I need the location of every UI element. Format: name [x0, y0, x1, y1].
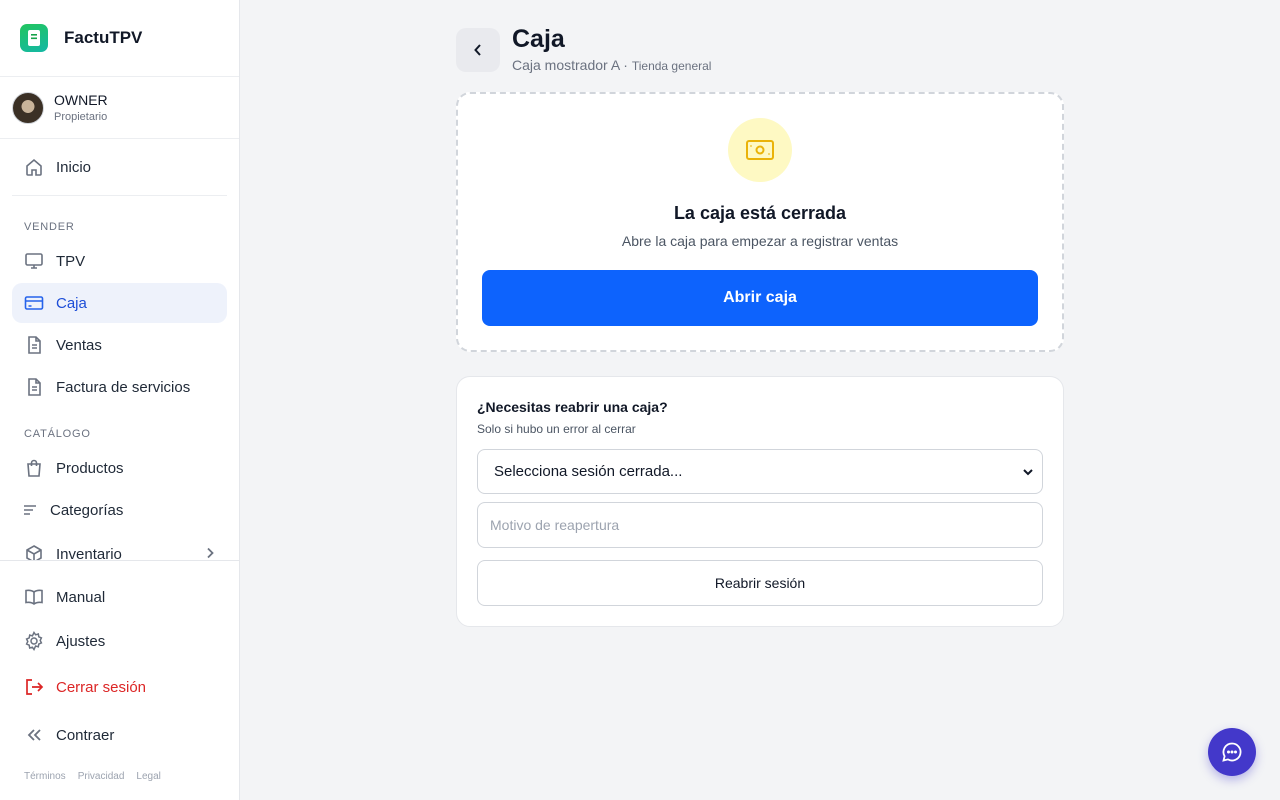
brand[interactable]: FactuTPV: [0, 0, 239, 77]
sidebar-item-label: Ventas: [56, 336, 102, 354]
credit-card-icon: [24, 293, 44, 313]
closed-register-subtitle: Abre la caja para empezar a registrar ve…: [621, 233, 899, 249]
user-role: Propietario: [54, 111, 108, 123]
back-button[interactable]: [456, 28, 500, 72]
closed-register-card: La caja está cerrada Abre la caja para e…: [456, 92, 1064, 352]
sidebar-bottom: Manual Ajustes Cerrar sesión Contraer Té…: [0, 560, 239, 800]
sidebar-item-label: Ajustes: [56, 632, 106, 650]
chevron-left-icon: [474, 44, 481, 56]
register-name: Caja mostrador A: [512, 57, 620, 73]
reopen-register-card: ¿Necesitas reabrir una caja? Solo si hub…: [456, 376, 1064, 627]
privacy-link[interactable]: Privacidad: [78, 771, 125, 782]
chevron-right-icon: [205, 547, 215, 561]
select-value: Selecciona sesión cerrada...: [494, 463, 683, 480]
cash-icon: [728, 118, 792, 182]
sidebar-item-inicio[interactable]: Inicio: [12, 147, 227, 187]
logout-button[interactable]: Cerrar sesión: [12, 667, 227, 707]
sidebar-item-label: TPV: [56, 252, 86, 270]
nav-scroll-area[interactable]: Inicio VENDER TPV Caja Ventas Factura de…: [0, 139, 239, 560]
store-name: Tienda general: [631, 59, 712, 73]
open-register-button[interactable]: Abrir caja: [482, 270, 1038, 326]
reopen-title: ¿Necesitas reabrir una caja?: [477, 399, 668, 415]
terms-link[interactable]: Términos: [24, 771, 66, 782]
sidebar-item-label: Caja: [56, 294, 87, 312]
user-profile[interactable]: OWNER Propietario: [0, 77, 239, 139]
sidebar-item-productos[interactable]: Productos: [12, 448, 227, 488]
double-chevron-left-icon: [24, 725, 44, 745]
closed-session-select[interactable]: Selecciona sesión cerrada...: [477, 449, 1043, 494]
user-name: OWNER: [54, 92, 108, 108]
lines-icon: [22, 500, 38, 520]
section-label-catalogo: CATÁLOGO: [24, 428, 91, 440]
sidebar-item-label: Categorías: [50, 501, 124, 519]
home-icon: [24, 157, 44, 177]
sidebar-item-ajustes[interactable]: Ajustes: [12, 621, 227, 661]
sidebar-item-categorias[interactable]: Categorías: [12, 490, 227, 530]
document-icon: [24, 335, 44, 355]
sidebar-item-caja[interactable]: Caja: [12, 283, 227, 323]
sidebar-item-tpv[interactable]: TPV: [12, 241, 227, 281]
logout-icon: [24, 677, 44, 697]
brand-logo-icon: [20, 24, 48, 52]
chat-bubble-icon: [1222, 742, 1242, 762]
gear-icon: [24, 631, 44, 651]
box-icon: [24, 544, 44, 560]
legal-link[interactable]: Legal: [136, 771, 160, 782]
brand-name: FactuTPV: [64, 28, 143, 47]
chat-button[interactable]: [1208, 728, 1256, 776]
sidebar-item-label: Manual: [56, 588, 106, 606]
divider: [12, 195, 227, 196]
sidebar-item-label: Inventario: [56, 545, 122, 561]
shopping-bag-icon: [24, 458, 44, 478]
sidebar-item-label: Cerrar sesión: [56, 678, 147, 696]
collapse-sidebar-button[interactable]: Contraer: [12, 715, 227, 755]
sidebar-item-inventario[interactable]: Inventario: [12, 534, 227, 560]
reopen-reason-input[interactable]: Motivo de reapertura: [477, 502, 1043, 548]
subtitle-separator: ·: [619, 57, 632, 73]
reopen-session-button[interactable]: Reabrir sesión: [477, 560, 1043, 606]
sidebar-item-label: Factura de servicios: [56, 378, 191, 396]
section-label-vender: VENDER: [24, 221, 75, 233]
sidebar-item-ventas[interactable]: Ventas: [12, 325, 227, 365]
sidebar-item-label: Contraer: [56, 726, 115, 744]
reopen-subtitle: Solo si hubo un error al cerrar: [477, 422, 636, 436]
sidebar-item-factura-de-servicios[interactable]: Factura de servicios: [12, 367, 227, 407]
footer-links: Términos Privacidad Legal: [24, 771, 161, 782]
closed-register-title: La caja está cerrada: [673, 203, 847, 223]
book-icon: [24, 587, 44, 607]
page-subtitle: Caja mostrador A · Tienda general: [512, 57, 711, 73]
chevron-down-icon: [1022, 465, 1034, 482]
sidebar-item-manual[interactable]: Manual: [12, 577, 227, 617]
sidebar: FactuTPV OWNER Propietario Inicio VENDER…: [0, 0, 240, 800]
sidebar-item-label: Inicio: [56, 158, 92, 176]
sidebar-item-label: Productos: [56, 459, 124, 477]
avatar: [12, 91, 44, 124]
document-icon: [24, 377, 44, 397]
monitor-icon: [24, 251, 44, 271]
page-header: Caja Caja mostrador A · Tienda general: [456, 25, 711, 73]
page-title: Caja: [512, 25, 565, 53]
